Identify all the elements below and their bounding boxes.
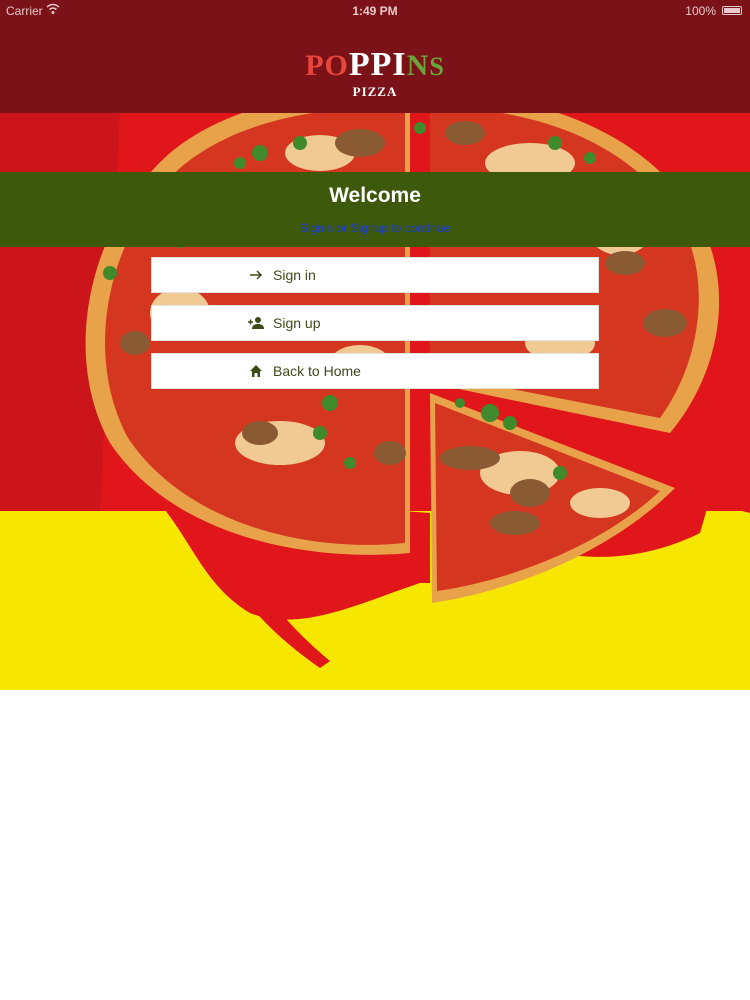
- status-bar: Carrier 1:49 PM 100%: [0, 0, 750, 22]
- sign-up-label: Sign up: [273, 315, 321, 331]
- home-icon: [248, 363, 264, 379]
- welcome-title: Welcome: [329, 184, 421, 207]
- poppins-logo: POPPINS PIZZA: [0, 48, 750, 100]
- arrow-right-icon: [248, 267, 264, 283]
- welcome-subtitle: Signin or Signup to continue: [299, 221, 451, 235]
- sign-up-button[interactable]: Sign up: [151, 305, 599, 341]
- status-time: 1:49 PM: [352, 4, 398, 18]
- battery-percent: 100%: [685, 4, 716, 18]
- back-to-home-button[interactable]: Back to Home: [151, 353, 599, 389]
- battery-icon: [722, 6, 742, 15]
- app-header: POPPINS PIZZA: [0, 22, 750, 113]
- back-to-home-label: Back to Home: [273, 363, 361, 379]
- logo-wordmark: POPPINS: [305, 46, 445, 83]
- sign-in-button[interactable]: Sign in: [151, 257, 599, 293]
- welcome-banner: Welcome Signin or Signup to continue: [0, 172, 750, 247]
- sign-in-label: Sign in: [273, 267, 316, 283]
- person-add-icon: [248, 315, 264, 331]
- logo-subtitle: PIZZA: [352, 84, 398, 99]
